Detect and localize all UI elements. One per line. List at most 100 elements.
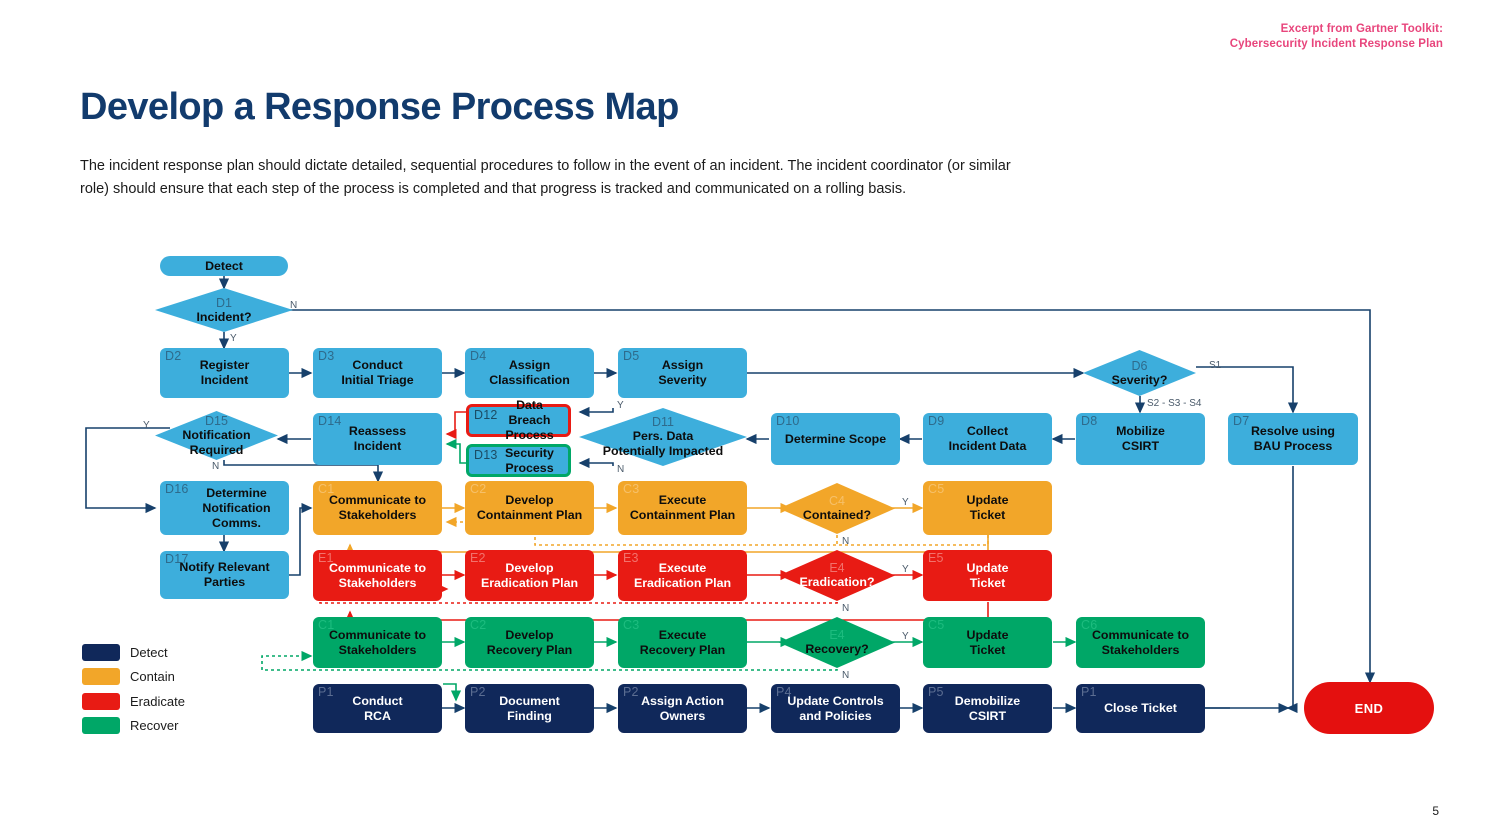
node-c1[interactable]: C1 Communicate to Stakeholders — [313, 481, 442, 535]
node-d7-tag: D7 — [1233, 414, 1250, 428]
node-r3-tag: C3 — [623, 618, 640, 632]
node-d2[interactable]: D2 Register Incident — [160, 348, 289, 398]
node-p3-tag: P2 — [623, 685, 639, 699]
legend-label-eradicate: Eradicate — [130, 693, 185, 709]
legend-swatch-contain — [82, 668, 120, 686]
decision-e4-tag: E4 — [829, 561, 845, 575]
source-kicker: Excerpt from Gartner Toolkit: Cybersecur… — [923, 22, 1443, 52]
node-d8[interactable]: D8 Mobilize CSIRT — [1076, 413, 1205, 465]
node-e3-label: Execute Eradication Plan — [633, 560, 732, 590]
decision-c4-contained[interactable]: C4 Contained? — [779, 483, 895, 534]
node-d3-label: Conduct Initial Triage — [341, 358, 414, 387]
node-e5[interactable]: E5 Update Ticket — [923, 550, 1052, 601]
decision-c4-tag: C4 — [829, 494, 845, 508]
node-r6[interactable]: C6 Communicate to Stakeholders — [1076, 617, 1205, 668]
node-d2-label: Register Incident — [199, 358, 250, 387]
edge-label-d6-s234: S2 - S3 - S4 — [1147, 398, 1202, 409]
node-p2-tag: P2 — [470, 685, 486, 699]
node-d10[interactable]: D10 Determine Scope — [771, 413, 900, 465]
decision-d6[interactable]: D6 Severity? — [1083, 350, 1196, 396]
node-p3-label: Assign Action Owners — [641, 693, 724, 723]
node-r1[interactable]: C1 Communicate to Stakeholders — [313, 617, 442, 668]
legend-item-detect: Detect — [82, 640, 185, 665]
edge-label-r4-n: N — [842, 670, 850, 681]
node-d10-label: Determine Scope — [784, 431, 887, 446]
node-p6-label: Close Ticket — [1104, 701, 1177, 715]
node-e1[interactable]: E1 Communicate to Stakeholders — [313, 550, 442, 601]
node-p4[interactable]: P4 Update Controls and Policies — [771, 684, 900, 733]
legend: Detect Contain Eradicate Recover — [82, 640, 185, 738]
node-e2[interactable]: E2 Develop Eradication Plan — [465, 550, 594, 601]
legend-swatch-eradicate — [82, 692, 120, 710]
node-d9-label: Collect Incident Data — [948, 424, 1027, 453]
legend-item-contain: Contain — [82, 665, 185, 690]
node-d4[interactable]: D4 Assign Classification — [465, 348, 594, 398]
end-terminator[interactable]: END — [1304, 682, 1434, 734]
start-terminator-detect[interactable]: Detect — [160, 256, 288, 276]
decision-d15-tag: D15 — [205, 413, 228, 428]
decision-e4-eradication[interactable]: E4 Eradication? — [779, 550, 895, 601]
node-d14-label: Reassess Incident — [348, 424, 407, 453]
edge-label-e4-n: N — [842, 603, 850, 614]
node-d3-tag: D3 — [318, 349, 335, 363]
node-r5-label: Update Ticket — [966, 627, 1009, 657]
node-d7[interactable]: D7 Resolve using BAU Process — [1228, 413, 1358, 465]
decision-d11[interactable]: D11 Pers. Data Potentially Impacted — [579, 408, 747, 466]
node-c3[interactable]: C3 Execute Containment Plan — [618, 481, 747, 535]
node-p4-label: Update Controls and Policies — [787, 693, 884, 723]
decision-r4-label: Recovery? — [805, 642, 869, 656]
node-r1-label: Communicate to Stakeholders — [328, 627, 427, 657]
node-d9[interactable]: D9 Collect Incident Data — [923, 413, 1052, 465]
edge-label-d15-n: N — [212, 461, 220, 472]
node-d16[interactable]: D16 Determine Notification Comms. — [160, 481, 289, 535]
node-d12-label: Data Breach Process — [505, 398, 554, 442]
decision-d15-label: Notification Required — [182, 427, 251, 457]
node-d5[interactable]: D5 Assign Severity — [618, 348, 747, 398]
edge-label-d1-y: Y — [230, 333, 237, 344]
decision-r4-recovery[interactable]: E4 Recovery? — [779, 617, 895, 668]
node-r2[interactable]: C2 Develop Recovery Plan — [465, 617, 594, 668]
node-d17[interactable]: D17 Notify Relevant Parties — [160, 551, 289, 599]
legend-label-contain: Contain — [130, 669, 175, 685]
node-d13-security[interactable]: D13 Security Process — [466, 444, 571, 477]
legend-item-eradicate: Eradicate — [82, 689, 185, 714]
decision-d1-label: Incident? — [196, 309, 252, 324]
decision-c4-label: Contained? — [802, 508, 872, 522]
node-c5[interactable]: C5 Update Ticket — [923, 481, 1052, 535]
decision-d1-tag: D1 — [216, 295, 232, 310]
node-p2[interactable]: P2 Document Finding — [465, 684, 594, 733]
node-r5-tag: C5 — [928, 618, 945, 632]
node-r6-label: Communicate to Stakeholders — [1091, 627, 1190, 657]
node-r3[interactable]: C3 Execute Recovery Plan — [618, 617, 747, 668]
node-r5[interactable]: C5 Update Ticket — [923, 617, 1052, 668]
legend-label-recover: Recover — [130, 718, 179, 734]
node-p6-tag: P1 — [1081, 685, 1097, 699]
node-p5-label: Demobilize CSIRT — [954, 693, 1021, 723]
node-e1-label: Communicate to Stakeholders — [328, 560, 427, 590]
node-d5-label: Assign Severity — [658, 358, 707, 387]
node-p3[interactable]: P2 Assign Action Owners — [618, 684, 747, 733]
node-p6[interactable]: P1 Close Ticket — [1076, 684, 1205, 733]
legend-swatch-recover — [82, 717, 120, 735]
node-e3[interactable]: E3 Execute Eradication Plan — [618, 550, 747, 601]
edge-label-c4-y: Y — [902, 497, 909, 508]
node-p1[interactable]: P1 Conduct RCA — [313, 684, 442, 733]
node-p5[interactable]: P5 Demobilize CSIRT — [923, 684, 1052, 733]
kicker-line-1: Excerpt from Gartner Toolkit: — [1280, 23, 1443, 35]
node-d16-label: Determine Notification Comms. — [202, 485, 271, 530]
edge-label-c4-n: N — [842, 536, 850, 547]
node-d7-label: Resolve using BAU Process — [1250, 424, 1335, 453]
node-p2-label: Document Finding — [499, 693, 560, 723]
node-d4-tag: D4 — [470, 349, 487, 363]
node-d14[interactable]: D14 Reassess Incident — [313, 413, 442, 465]
node-c2[interactable]: C2 Develop Containment Plan — [465, 481, 594, 535]
node-e5-label: Update Ticket — [966, 560, 1009, 590]
decision-d1[interactable]: D1 Incident? — [155, 288, 293, 332]
edge-label-r4-y: Y — [902, 631, 909, 642]
decision-d15[interactable]: D15 Notification Required — [155, 411, 278, 460]
node-d3[interactable]: D3 Conduct Initial Triage — [313, 348, 442, 398]
legend-label-detect: Detect — [130, 644, 168, 660]
node-r2-label: Develop Recovery Plan — [486, 627, 573, 657]
node-d12-data-breach[interactable]: D12 Data Breach Process — [466, 398, 571, 442]
node-d10-tag: D10 — [776, 414, 800, 428]
